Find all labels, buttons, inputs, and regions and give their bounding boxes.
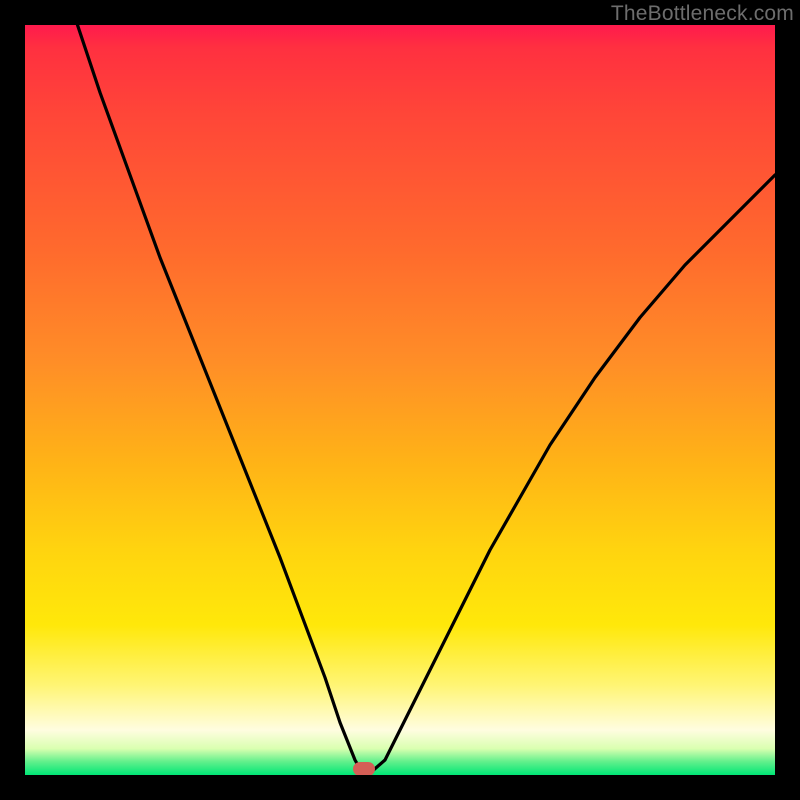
plot-area	[25, 25, 775, 775]
chart-frame: TheBottleneck.com	[0, 0, 800, 800]
watermark-text: TheBottleneck.com	[611, 2, 794, 26]
optimal-point-marker	[353, 762, 375, 775]
bottleneck-curve	[25, 25, 775, 775]
